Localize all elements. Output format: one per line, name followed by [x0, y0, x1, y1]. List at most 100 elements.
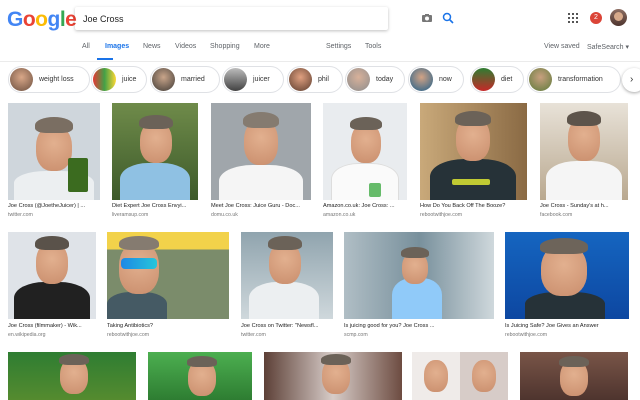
image-result[interactable]: [264, 352, 402, 400]
result-image[interactable]: [264, 352, 402, 400]
camera-icon[interactable]: [421, 12, 433, 24]
search-box[interactable]: [75, 7, 454, 30]
search-icon[interactable]: [442, 12, 454, 24]
result-caption[interactable]: Is Juicing Safe? Joe Gives an Answer: [505, 323, 629, 329]
tab-videos[interactable]: Videos: [175, 43, 196, 50]
tab-shopping[interactable]: Shopping: [210, 43, 240, 50]
result-caption[interactable]: Diet Expert Joe Cross Envyi...: [112, 203, 198, 209]
result-image[interactable]: [520, 352, 628, 400]
chip-transformation[interactable]: transformation: [527, 66, 621, 93]
avatar[interactable]: [610, 9, 627, 26]
chip-label: weight loss: [39, 76, 74, 83]
chip-phil[interactable]: phil: [287, 66, 343, 93]
result-caption[interactable]: Is juicing good for you? Joe Cross ...: [344, 323, 494, 329]
result-image[interactable]: [241, 232, 333, 319]
result-caption[interactable]: Joe Cross - Sunday's at h...: [540, 203, 628, 209]
result-image[interactable]: [412, 352, 508, 400]
view-saved-link[interactable]: View saved: [544, 43, 580, 50]
chip-thumbnail: [410, 68, 433, 91]
result-caption[interactable]: Meet Joe Cross: Juice Guru - Doc...: [211, 203, 311, 209]
image-result[interactable]: [412, 352, 508, 400]
chip-married[interactable]: married: [150, 66, 220, 93]
image-result[interactable]: Joe Cross (filmmaker) - Wik... en.wikipe…: [8, 232, 96, 344]
related-searches: weight loss juice married juicer phil to…: [0, 62, 640, 98]
chip-now[interactable]: now: [408, 66, 464, 93]
result-source: en.wikipedia.org: [8, 332, 46, 338]
header: Google 2: [0, 0, 640, 36]
tab-all[interactable]: All: [82, 43, 90, 50]
result-source: rebootwithjoe.com: [107, 332, 150, 338]
chip-label: juicer: [253, 76, 270, 83]
tab-news[interactable]: News: [143, 43, 161, 50]
chip-thumbnail: [347, 68, 370, 91]
result-image[interactable]: [505, 232, 629, 319]
tab-tools[interactable]: Tools: [365, 43, 381, 50]
result-caption[interactable]: Amazon.co.uk: Joe Cross: ...: [323, 203, 407, 209]
result-source: twitter.com: [241, 332, 266, 338]
result-source: rebootwithjoe.com: [505, 332, 548, 338]
chip-today[interactable]: today: [345, 66, 405, 93]
chip-label: transformation: [558, 76, 603, 83]
result-image[interactable]: [8, 103, 100, 200]
chip-thumbnail: [93, 68, 116, 91]
image-result[interactable]: Is juicing good for you? Joe Cross ... s…: [344, 232, 494, 344]
chip-juice[interactable]: juice: [91, 66, 147, 93]
result-caption[interactable]: Taking Antibiotics?: [107, 323, 229, 329]
chip-thumbnail: [10, 68, 33, 91]
image-result[interactable]: Joe Cross - Sunday's at h... facebook.co…: [540, 103, 628, 221]
result-image[interactable]: [107, 232, 229, 319]
image-result[interactable]: Meet Joe Cross: Juice Guru - Doc... domu…: [211, 103, 311, 221]
google-logo[interactable]: Google: [7, 8, 77, 32]
image-result[interactable]: How Do You Back Off The Booze? rebootwit…: [420, 103, 527, 221]
notification-badge[interactable]: 2: [590, 12, 602, 24]
chip-label: now: [439, 76, 452, 83]
chip-thumbnail: [529, 68, 552, 91]
result-image[interactable]: [112, 103, 198, 200]
result-source: facebook.com: [540, 212, 573, 218]
result-image[interactable]: [420, 103, 527, 200]
image-result[interactable]: Taking Antibiotics? rebootwithjoe.com: [107, 232, 229, 344]
image-result[interactable]: [148, 352, 252, 400]
search-input[interactable]: [83, 11, 338, 26]
result-caption[interactable]: Joe Cross (filmmaker) - Wik...: [8, 323, 96, 329]
result-source: amazon.co.uk: [323, 212, 356, 218]
result-source: liveramsup.com: [112, 212, 149, 218]
chip-label: diet: [501, 76, 513, 83]
result-caption[interactable]: Joe Cross (@JoetheJuicer) | ...: [8, 203, 100, 209]
chip-label: today: [376, 76, 394, 83]
tab-images[interactable]: Images: [105, 43, 129, 50]
apps-grid-icon[interactable]: [568, 13, 578, 23]
image-result[interactable]: Joe Cross on Twitter: "Newsfl... twitter…: [241, 232, 333, 344]
image-result[interactable]: Diet Expert Joe Cross Envyi... liveramsu…: [112, 103, 198, 221]
result-caption[interactable]: Joe Cross on Twitter: "Newsfl...: [241, 323, 333, 329]
chip-thumbnail: [152, 68, 175, 91]
chip-thumbnail: [224, 68, 247, 91]
chip-diet[interactable]: diet: [470, 66, 524, 93]
result-image[interactable]: [8, 352, 136, 400]
chip-weight-loss[interactable]: weight loss: [8, 66, 90, 93]
search-tabs: All Images News Videos Shopping More Set…: [0, 40, 640, 62]
chip-label: phil: [318, 76, 329, 83]
result-source: scmp.com: [344, 332, 368, 338]
result-image[interactable]: [540, 103, 628, 200]
result-image[interactable]: [211, 103, 311, 200]
result-image[interactable]: [8, 232, 96, 319]
result-source: rebootwithjoe.com: [420, 212, 463, 218]
image-result[interactable]: [520, 352, 628, 400]
tab-more[interactable]: More: [254, 43, 270, 50]
image-result[interactable]: Amazon.co.uk: Joe Cross: ... amazon.co.u…: [323, 103, 407, 221]
result-image[interactable]: [323, 103, 407, 200]
chip-thumbnail: [472, 68, 495, 91]
image-result[interactable]: [8, 352, 136, 400]
safesearch-menu[interactable]: SafeSearch ▾: [587, 43, 629, 51]
result-caption[interactable]: How Do You Back Off The Booze?: [420, 203, 527, 209]
result-source: twitter.com: [8, 212, 33, 218]
image-result[interactable]: Is Juicing Safe? Joe Gives an Answer reb…: [505, 232, 629, 344]
tab-settings[interactable]: Settings: [326, 43, 351, 50]
chip-label: married: [181, 76, 205, 83]
chip-juicer[interactable]: juicer: [222, 66, 284, 93]
result-image[interactable]: [148, 352, 252, 400]
chevron-right-icon[interactable]: ›: [622, 68, 640, 92]
result-image[interactable]: [344, 232, 494, 319]
image-result[interactable]: Joe Cross (@JoetheJuicer) | ... twitter.…: [8, 103, 100, 221]
